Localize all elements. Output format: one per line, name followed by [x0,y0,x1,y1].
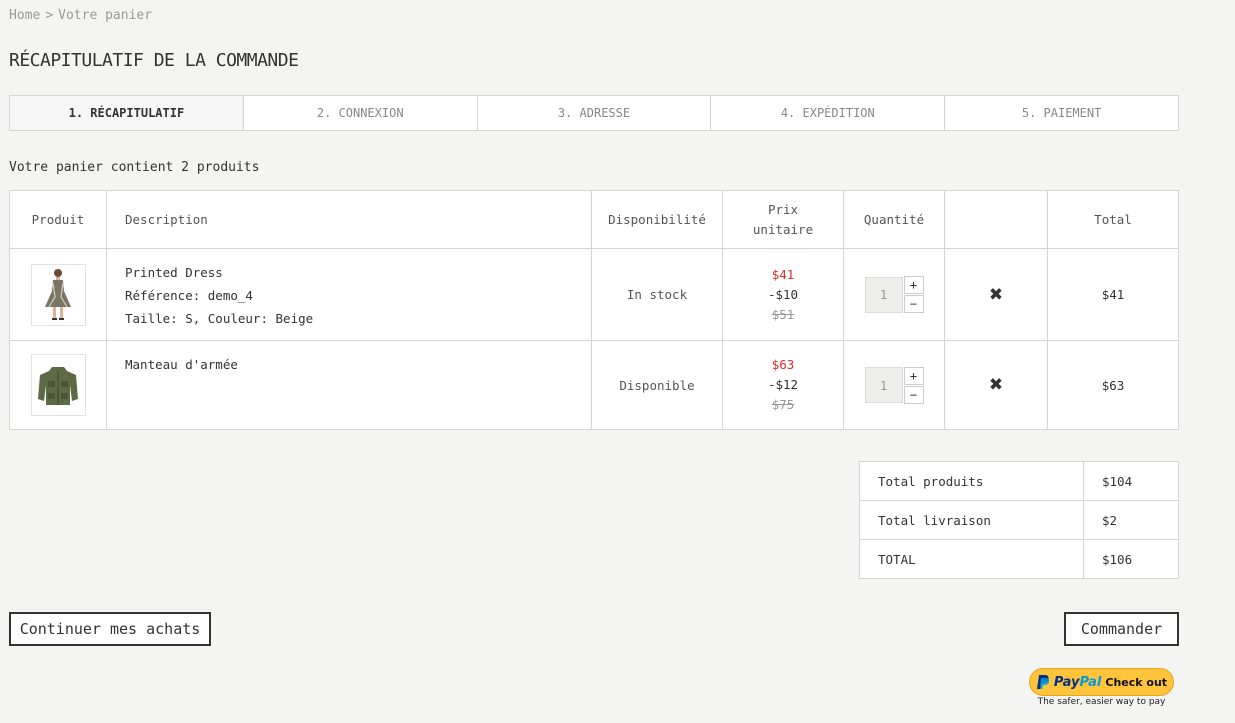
header-delete [944,190,1048,249]
dress-thumbnail-icon [45,268,71,320]
quantity-minus-button[interactable]: − [903,295,924,313]
grand-total-label: TOTAL [859,539,1084,579]
breadcrumb-current: Votre panier [58,8,153,23]
price-old: $51 [771,306,795,322]
header-availability: Disponibilité [591,190,723,249]
paypal-wordmark: PayPal [1054,675,1101,690]
totals-row-grand: TOTAL $106 [859,539,1179,579]
checkout-steps: 1. RÉCAPITULATIF 2. CONNEXION 3. ADRESSE… [9,95,1179,131]
product-description-cell: Manteau d'armée [106,340,592,430]
paypal-checkout-button[interactable]: PayPal Check out [1029,668,1174,696]
header-unit-price-label: Prix unitaire [752,201,814,237]
totals-row-shipping: Total livraison $2 [859,500,1179,540]
quantity-stepper: 1 + − [864,276,924,313]
order-button[interactable]: Commander [1064,612,1179,646]
totals-row-products: Total produits $104 [859,461,1179,501]
quantity-plus-button[interactable]: + [903,366,924,385]
jacket-thumbnail-icon [38,367,78,405]
breadcrumb-home-link[interactable]: Home [9,8,40,23]
product-reference: Référence: demo_4 [125,288,253,303]
breadcrumb-separator: > [45,8,54,23]
paypal-logo-icon [1036,675,1050,689]
row-total: $63 [1047,340,1179,430]
quantity-input[interactable]: 1 [864,367,903,403]
product-thumbnail[interactable] [30,263,86,326]
delete-cell: ✖ [944,248,1048,341]
paypal-wordmark-pay: Pay [1053,674,1080,690]
step-payment[interactable]: 5. PAIEMENT [945,96,1178,130]
quantity-minus-button[interactable]: − [903,385,924,404]
table-row: Manteau d'armée Disponible $63 -$12 $75 … [9,340,1179,430]
availability-cell: In stock [591,248,723,341]
product-thumbnail[interactable] [30,354,86,416]
step-shipping[interactable]: 4. EXPÉDITION [711,96,946,130]
header-product: Produit [9,190,107,249]
total-products-value: $104 [1083,461,1179,501]
delete-cell: ✖ [944,340,1048,430]
price-new: $63 [771,357,795,372]
price-discount: -$10 [767,286,799,302]
product-description-cell: Printed Dress Référence: demo_4 Taille: … [106,248,592,341]
product-thumb-cell [9,248,107,341]
step-login[interactable]: 2. CONNEXION [244,96,478,130]
header-total: Total [1047,190,1179,249]
table-row: Printed Dress Référence: demo_4 Taille: … [9,248,1179,341]
paypal-wordmark-pal: Pal [1079,674,1102,690]
total-products-label: Total produits [859,461,1084,501]
continue-shopping-button[interactable]: Continuer mes achats [9,612,211,646]
quantity-cell: 1 + − [843,340,945,430]
page-title: RÉCAPITULATIF DE LA COMMANDE [9,50,299,71]
price-new: $41 [771,266,795,282]
paypal-checkout-label: Check out [1105,675,1168,689]
unit-price-cell: $63 -$12 $75 [722,340,844,430]
unit-price-cell: $41 -$10 $51 [722,248,844,341]
cart-table: Produit Description Disponibilité Prix u… [9,190,1179,430]
price-discount: -$12 [767,377,799,392]
quantity-plus-button[interactable]: + [903,276,924,294]
total-shipping-label: Total livraison [859,500,1084,540]
delete-icon[interactable]: ✖ [989,375,1003,395]
totals-table: Total produits $104 Total livraison $2 T… [859,461,1179,579]
header-description: Description [106,190,592,249]
header-unit-price: Prix unitaire [722,190,844,249]
product-name-link[interactable]: Manteau d'armée [125,353,590,376]
quantity-stepper: 1 + − [864,366,924,404]
grand-total-value: $106 [1083,539,1179,579]
breadcrumb: Home > Votre panier [9,8,152,23]
row-total: $41 [1047,248,1179,341]
quantity-input[interactable]: 1 [864,276,903,313]
quantity-cell: 1 + − [843,248,945,341]
product-attributes[interactable]: Taille: S, Couleur: Beige [125,307,590,330]
price-old: $75 [771,397,795,412]
paypal-tagline: The safer, easier way to pay [1037,697,1166,707]
header-quantity: Quantité [843,190,945,249]
step-summary: 1. RÉCAPITULATIF [10,96,244,130]
availability-cell: Disponible [591,340,723,430]
step-address[interactable]: 3. ADRESSE [478,96,712,130]
total-shipping-value: $2 [1083,500,1179,540]
product-name-link[interactable]: Printed Dress [125,261,590,284]
delete-icon[interactable]: ✖ [989,285,1003,305]
cart-summary-text: Votre panier contient 2 produits [9,160,260,175]
product-thumb-cell [9,340,107,430]
